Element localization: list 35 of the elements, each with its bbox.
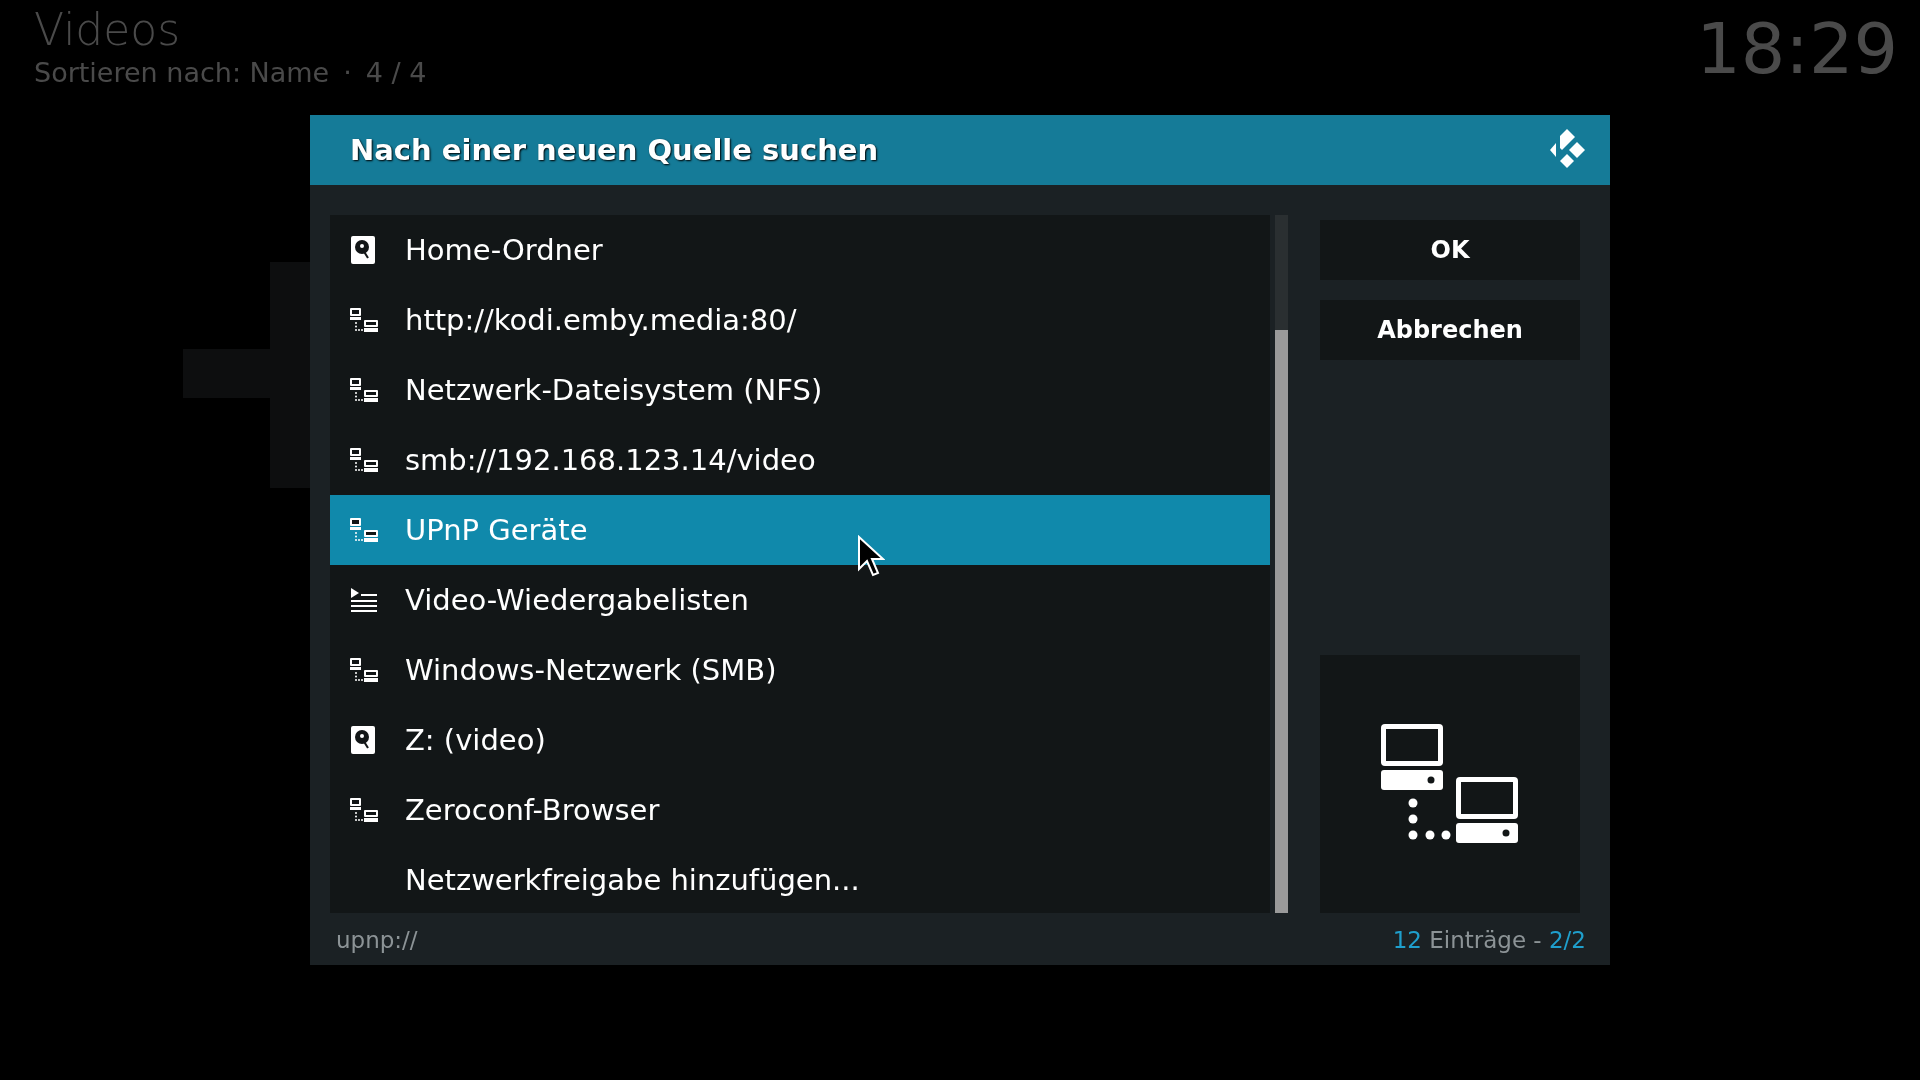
sort-label: Sortieren nach: Name <box>34 56 330 90</box>
network-icon <box>350 448 378 472</box>
item-position: 4 / 4 <box>365 56 427 90</box>
network-icon <box>350 378 378 402</box>
playlist-icon <box>350 588 378 612</box>
dialog-button[interactable]: OK <box>1320 220 1580 280</box>
source-list-item[interactable]: Zeroconf-Browser <box>330 775 1270 845</box>
network-icon <box>350 798 378 822</box>
network-icon <box>350 518 378 542</box>
dialog-title: Nach einer neuen Quelle suchen <box>350 133 879 167</box>
separator-dot: · <box>343 56 352 90</box>
source-list-item[interactable]: Netzwerkfreigabe hinzufügen... <box>330 845 1270 913</box>
scrollbar[interactable] <box>1275 215 1288 913</box>
scrollbar-thumb[interactable] <box>1275 330 1288 913</box>
source-list-item[interactable]: smb://192.168.123.14/video <box>330 425 1270 495</box>
screen-title: Videos <box>34 4 182 56</box>
source-list-item[interactable]: Home-Ordner <box>330 215 1270 285</box>
hard-drive-icon <box>350 725 376 755</box>
mouse-pointer-icon <box>857 535 885 579</box>
network-icon <box>350 308 378 332</box>
items-label: Einträge - <box>1429 927 1542 953</box>
source-list-item[interactable]: UPnP Geräte <box>330 495 1270 565</box>
source-list-item[interactable]: http://kodi.emby.media:80/ <box>330 285 1270 355</box>
network-icon <box>1381 724 1519 844</box>
dialog-button[interactable]: Abbrechen <box>1320 300 1580 360</box>
clock: 18:29 <box>1696 7 1898 92</box>
item-count: 12 <box>1392 927 1422 953</box>
source-list-item[interactable]: Z: (video) <box>330 705 1270 775</box>
hard-drive-icon <box>350 235 376 265</box>
source-list-item[interactable]: Video-Wiedergabelisten <box>330 565 1270 635</box>
network-icon <box>350 658 378 682</box>
source-list-item[interactable]: Netzwerk-Dateisystem (NFS) <box>330 355 1270 425</box>
source-path: upnp:// <box>336 927 418 953</box>
page-indicator: 2/2 <box>1549 927 1586 953</box>
source-list-item[interactable]: Windows-Netzwerk (SMB) <box>330 635 1270 705</box>
